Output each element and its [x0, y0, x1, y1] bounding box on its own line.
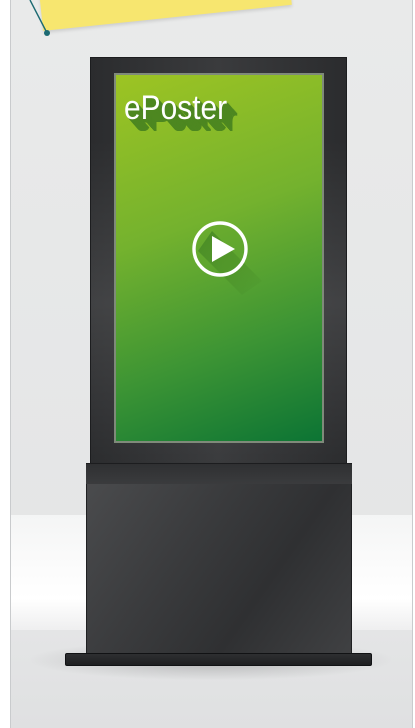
page: ePoster — [0, 0, 415, 728]
eposter-screen: ePoster — [114, 73, 324, 443]
play-button[interactable] — [188, 217, 268, 297]
kiosk-foot-plate — [65, 653, 372, 666]
screen-title: ePoster — [124, 89, 228, 127]
play-icon — [192, 221, 262, 295]
kiosk-base — [86, 484, 352, 656]
pointer-line — [29, 0, 50, 36]
